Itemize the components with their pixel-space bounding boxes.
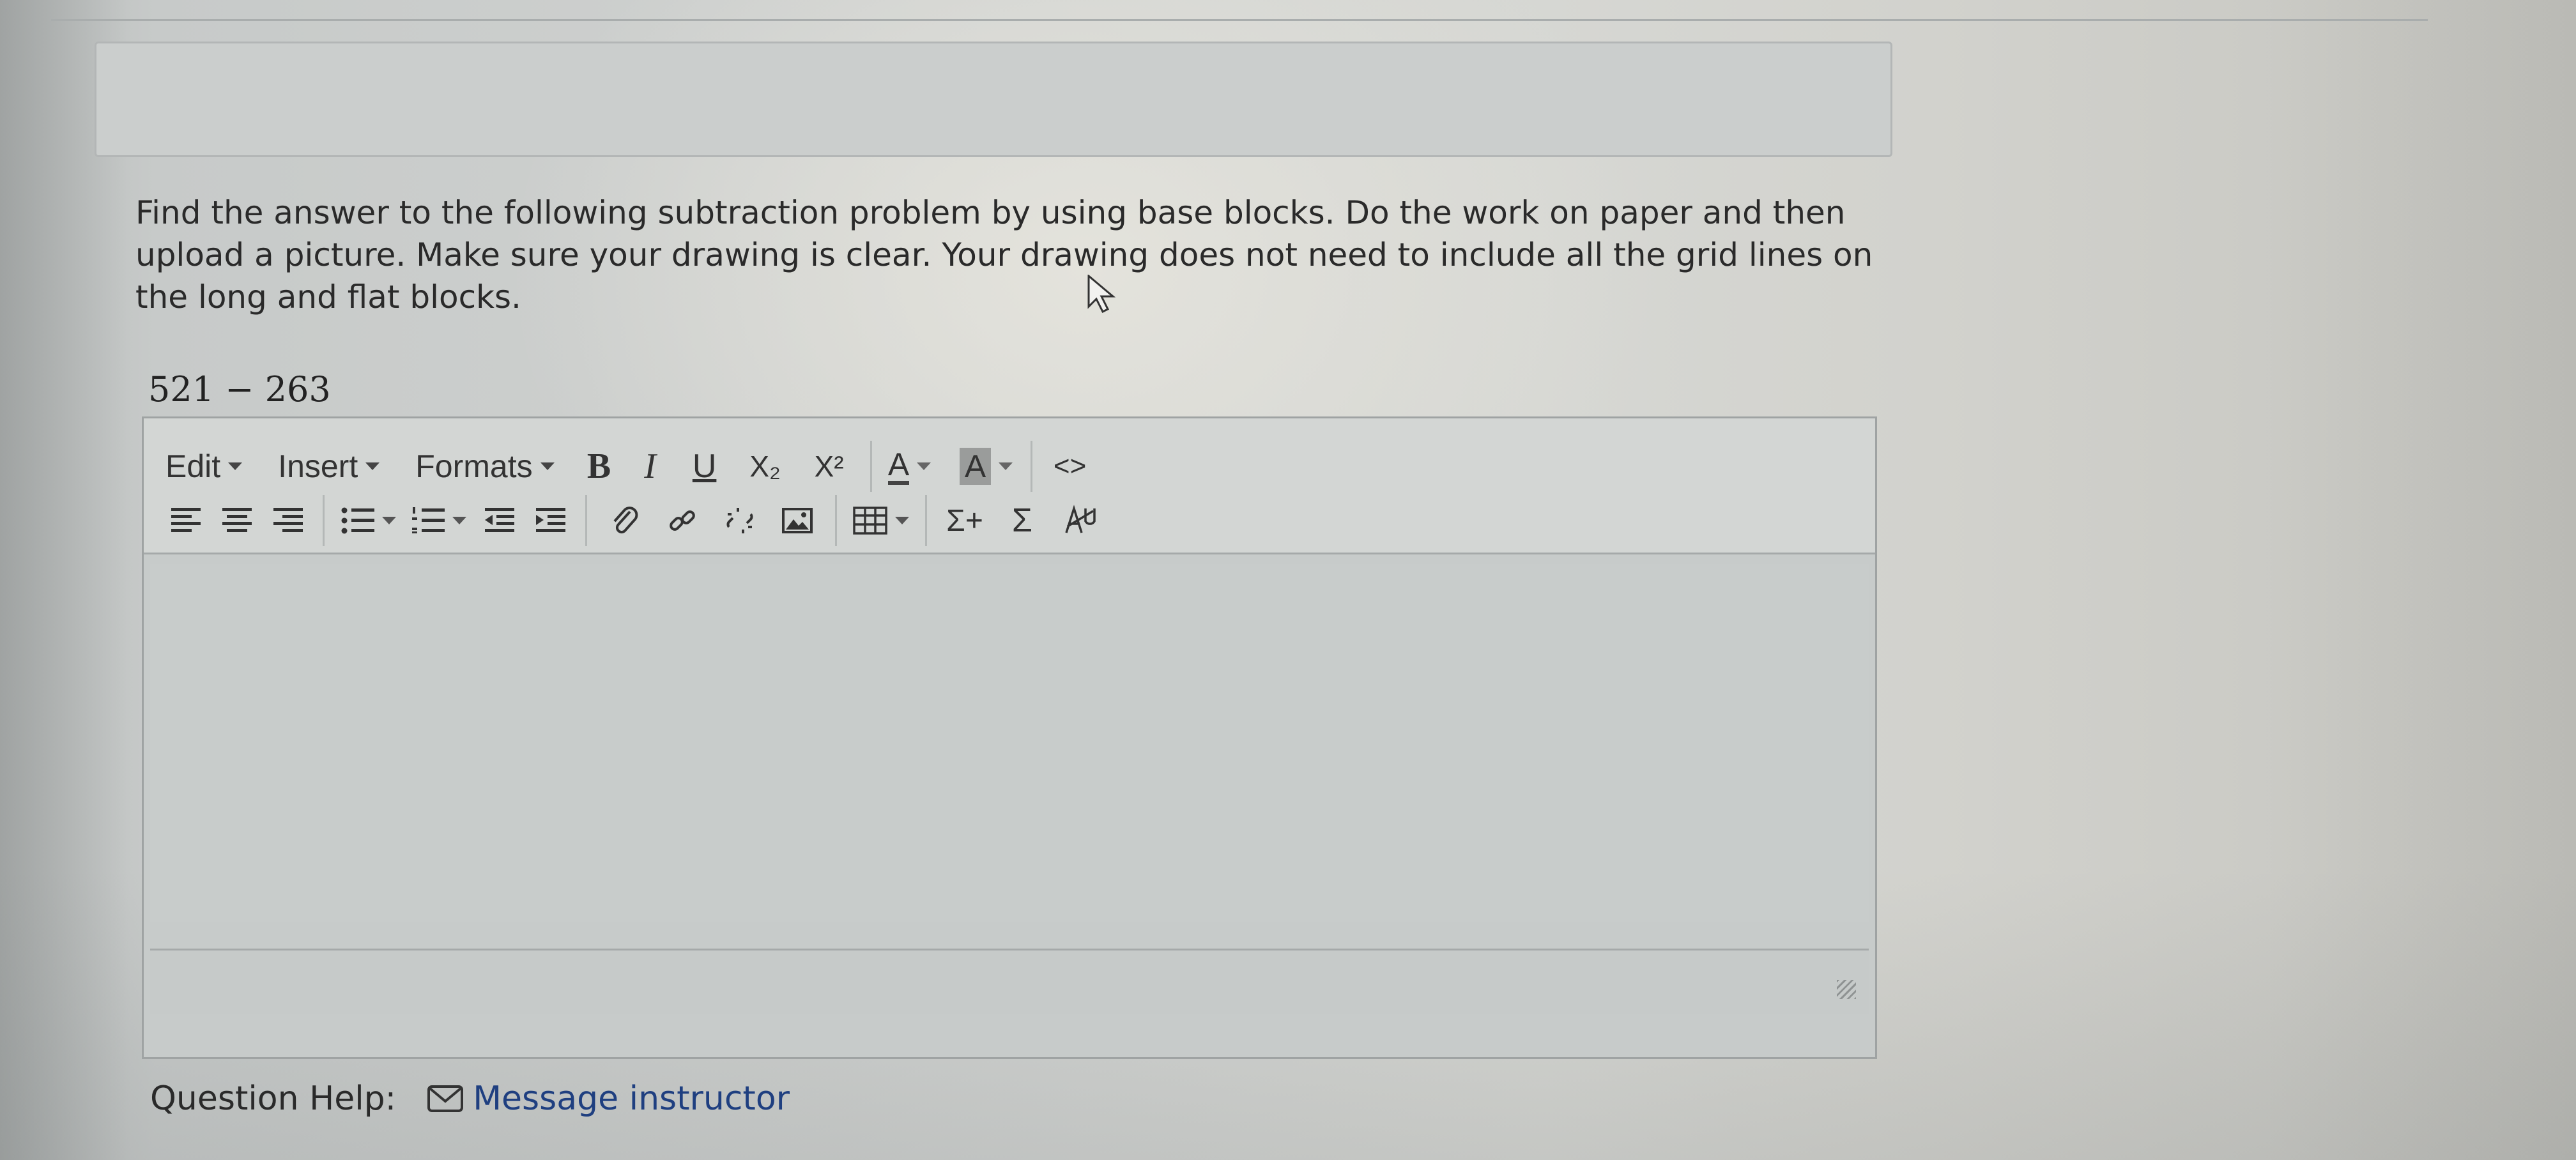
text-color-label: A [887, 448, 910, 485]
special-char-icon[interactable] [1051, 492, 1108, 549]
attachment-icon[interactable] [596, 492, 654, 549]
image-icon[interactable] [769, 492, 826, 549]
numbered-list-icon[interactable] [404, 492, 474, 549]
problem-expression: 521 − 263 [148, 369, 331, 409]
message-instructor-link[interactable]: Message instructor [427, 1080, 790, 1118]
sigma-icon[interactable]: Σ [993, 492, 1051, 549]
resize-handle-icon[interactable] [1837, 980, 1856, 999]
mouse-pointer-icon [1087, 275, 1116, 314]
previous-answer-box [95, 42, 1892, 157]
background-color-label: A [959, 448, 992, 485]
chevron-down-icon [917, 462, 931, 470]
align-right-icon[interactable] [263, 492, 314, 549]
question-help: Question Help: Message instructor [150, 1080, 790, 1118]
formats-menu-label: Formats [415, 448, 533, 484]
toolbar-separator [925, 495, 927, 546]
toolbar-separator [870, 441, 872, 492]
toolbar-separator [1030, 441, 1032, 492]
toolbar-separator [585, 495, 587, 546]
rich-text-editor: Edit Insert Formats B I U X₂ X² A A <> Σ… [142, 416, 1877, 1059]
background-color-button[interactable]: A [951, 438, 1022, 495]
indent-icon[interactable] [525, 492, 576, 549]
source-code-button[interactable]: <> [1041, 438, 1099, 495]
top-divider [51, 19, 2428, 21]
edit-menu[interactable]: Edit [165, 448, 243, 485]
underline-button[interactable]: U [676, 438, 733, 495]
text-color-button[interactable]: A [881, 438, 939, 495]
superscript-button[interactable]: X² [797, 438, 861, 495]
unlink-icon[interactable] [711, 492, 769, 549]
message-instructor-label: Message instructor [473, 1080, 790, 1118]
insert-menu[interactable]: Insert [278, 448, 380, 485]
editor-content-area[interactable] [150, 564, 1869, 922]
chevron-down-icon [382, 517, 396, 524]
edit-menu-label: Edit [165, 448, 221, 484]
editor-statusbar [150, 949, 1869, 1014]
chevron-down-icon [228, 462, 243, 470]
bold-button[interactable]: B [574, 438, 625, 495]
insert-menu-label: Insert [278, 448, 358, 484]
question-text: Find the answer to the following subtrac… [135, 194, 1873, 316]
align-center-icon[interactable] [211, 492, 263, 549]
toolbar-separator [835, 495, 837, 546]
subscript-button[interactable]: X₂ [733, 438, 797, 495]
outdent-icon[interactable] [474, 492, 525, 549]
chevron-down-icon [895, 517, 909, 524]
chevron-down-icon [452, 517, 466, 524]
toolbar-row-1: Edit Insert Formats B I U X₂ X² A A <> [165, 438, 1099, 495]
bullet-list-icon[interactable] [334, 492, 404, 549]
toolbar-separator [323, 495, 325, 546]
table-icon[interactable] [846, 492, 916, 549]
envelope-icon [427, 1085, 464, 1112]
align-left-icon[interactable] [160, 492, 211, 549]
equation-plus-icon[interactable]: Σ+ [936, 492, 993, 549]
chevron-down-icon [999, 462, 1013, 470]
formats-menu[interactable]: Formats [415, 448, 555, 485]
toolbar-row-2: Σ+ Σ [160, 492, 1108, 549]
editor-toolbar: Edit Insert Formats B I U X₂ X² A A <> Σ… [144, 418, 1875, 554]
chevron-down-icon [540, 462, 555, 470]
question-help-label: Question Help: [150, 1080, 397, 1118]
italic-button[interactable]: I [625, 438, 676, 495]
link-icon[interactable] [654, 492, 711, 549]
chevron-down-icon [365, 462, 380, 470]
